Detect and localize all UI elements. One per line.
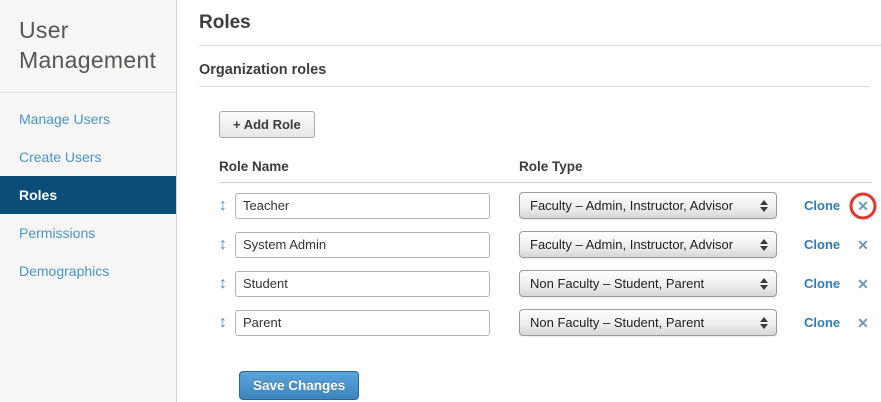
role-type-selected-value: Non Faculty – Student, Parent xyxy=(520,276,704,291)
sidebar-item-create-users[interactable]: Create Users xyxy=(0,138,176,176)
role-type-select[interactable]: Non Faculty – Student, Parent xyxy=(519,270,777,297)
sidebar-item-label: Demographics xyxy=(19,263,109,279)
role-type-selected-value: Faculty – Admin, Instructor, Advisor xyxy=(520,198,733,213)
drag-handle-icon[interactable]: ↕ xyxy=(219,237,235,253)
drag-handle-icon[interactable]: ↕ xyxy=(219,198,235,214)
clone-link[interactable]: Clone xyxy=(804,315,844,330)
divider xyxy=(199,86,870,87)
column-header-role-name: Role Name xyxy=(219,159,490,174)
select-updown-arrows-icon xyxy=(760,239,768,251)
page-title: Roles xyxy=(199,12,881,34)
table-header: Role Name Role Type xyxy=(219,159,881,174)
column-header-role-type: Role Type xyxy=(519,159,777,174)
delete-wrap: ✕ xyxy=(854,236,872,254)
drag-handle-icon[interactable]: ↕ xyxy=(219,276,235,292)
sidebar-item-permissions[interactable]: Permissions xyxy=(0,214,176,252)
drag-handle-icon[interactable]: ↕ xyxy=(219,315,235,331)
delete-x-icon[interactable]: ✕ xyxy=(857,238,869,252)
clone-link[interactable]: Clone xyxy=(804,198,844,213)
role-name-input[interactable] xyxy=(235,193,490,219)
sidebar-item-label: Manage Users xyxy=(19,111,110,127)
sidebar-item-label: Permissions xyxy=(19,225,95,241)
sidebar-item-demographics[interactable]: Demographics xyxy=(0,252,176,290)
main-content: Roles Organization roles + Add Role Role… xyxy=(178,0,881,402)
sidebar-item-label: Roles xyxy=(19,187,57,203)
save-changes-button[interactable]: Save Changes xyxy=(239,371,359,400)
clone-link[interactable]: Clone xyxy=(804,237,844,252)
select-updown-arrows-icon xyxy=(760,200,768,212)
role-rows: ↕ Faculty – Admin, Instructor, Advisor C… xyxy=(219,192,881,336)
role-row: ↕ Faculty – Admin, Instructor, Advisor C… xyxy=(219,192,881,219)
delete-x-icon[interactable]: ✕ xyxy=(857,316,869,330)
sidebar-nav: Manage Users Create Users Roles Permissi… xyxy=(0,93,176,290)
clone-link[interactable]: Clone xyxy=(804,276,844,291)
add-role-button[interactable]: + Add Role xyxy=(219,111,315,138)
sidebar-item-manage-users[interactable]: Manage Users xyxy=(0,100,176,138)
role-type-selected-value: Non Faculty – Student, Parent xyxy=(520,315,704,330)
delete-wrap: ✕ xyxy=(854,275,872,293)
select-updown-arrows-icon xyxy=(760,317,768,329)
sidebar: User Management Manage Users Create User… xyxy=(0,0,177,402)
divider xyxy=(219,182,872,183)
role-name-input[interactable] xyxy=(235,271,490,297)
role-name-input[interactable] xyxy=(235,232,490,258)
role-row: ↕ Non Faculty – Student, Parent Clone ✕ xyxy=(219,270,881,297)
roles-table: + Add Role Role Name Role Type ↕ Faculty… xyxy=(219,111,881,400)
select-updown-arrows-icon xyxy=(760,278,768,290)
role-name-input[interactable] xyxy=(235,310,490,336)
role-type-select[interactable]: Non Faculty – Student, Parent xyxy=(519,309,777,336)
role-type-select[interactable]: Faculty – Admin, Instructor, Advisor xyxy=(519,192,777,219)
delete-x-icon[interactable]: ✕ xyxy=(857,277,869,291)
role-row: ↕ Faculty – Admin, Instructor, Advisor C… xyxy=(219,231,881,258)
sidebar-item-label: Create Users xyxy=(19,149,101,165)
role-type-selected-value: Faculty – Admin, Instructor, Advisor xyxy=(520,237,733,252)
section-title: Organization roles xyxy=(199,62,881,78)
divider xyxy=(199,45,881,46)
delete-x-icon[interactable]: ✕ xyxy=(857,199,869,213)
role-type-select[interactable]: Faculty – Admin, Instructor, Advisor xyxy=(519,231,777,258)
delete-wrap: ✕ xyxy=(854,314,872,332)
delete-wrap: ✕ xyxy=(854,197,872,215)
role-row: ↕ Non Faculty – Student, Parent Clone ✕ xyxy=(219,309,881,336)
sidebar-title: User Management xyxy=(0,0,176,92)
sidebar-item-roles[interactable]: Roles xyxy=(0,176,176,214)
